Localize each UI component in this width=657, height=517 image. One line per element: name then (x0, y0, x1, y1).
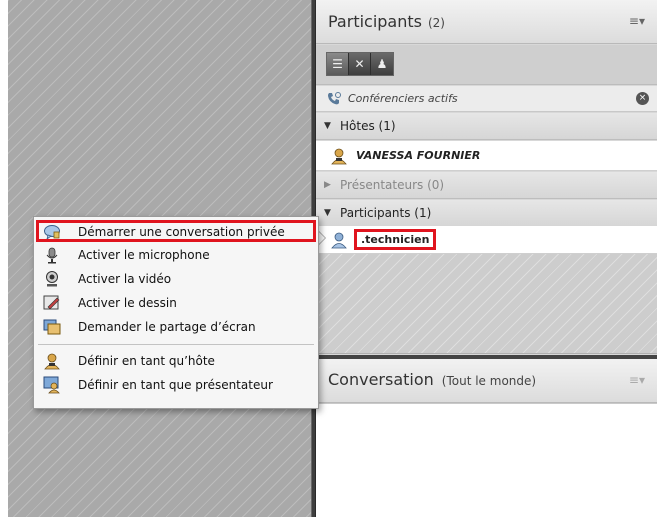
collapse-triangle-icon: ▶ (324, 180, 331, 190)
expand-triangle-icon: ▼ (324, 208, 331, 218)
menu-item-label: Activer le microphone (78, 248, 210, 262)
group-participants[interactable]: ▼ Participants (1) (316, 200, 657, 227)
chat-pod-header: Conversation (Tout le monde) ≡▾ (316, 359, 657, 403)
phone-icon (326, 91, 342, 107)
menu-item-microphone[interactable]: Activer le microphone (34, 243, 318, 267)
make-host-icon (44, 353, 60, 370)
participants-pod-header: Participants (2) ≡▾ (316, 0, 657, 44)
group-presenters[interactable]: ▶ Présentateurs (0) (316, 172, 657, 199)
menu-item-label: Activer le dessin (78, 296, 177, 310)
participants-title-text: Participants (328, 12, 422, 31)
group-hosts-label: Hôtes (1) (340, 119, 396, 133)
participant-user-icon (331, 232, 347, 248)
user-row-participant[interactable]: .technicien (316, 226, 657, 254)
user-row-host[interactable]: VANESSA FOURNIER (316, 141, 657, 171)
menu-item-screen-share[interactable]: Demander le partage d’écran (34, 315, 318, 339)
menu-item-label: Activer la vidéo (78, 272, 172, 286)
group-presenters-label: Présentateurs (0) (340, 178, 445, 192)
grid-view-icon[interactable]: ✕ (349, 53, 371, 75)
highlight-box (36, 220, 316, 242)
chat-audience: (Tout le monde) (441, 374, 537, 388)
screen-share-icon (43, 319, 61, 335)
chat-message-area (316, 403, 657, 517)
menu-item-make-host[interactable]: Définir en tant qu’hôte (34, 349, 318, 373)
list-view-icon[interactable]: ☰ (327, 53, 349, 75)
microphone-icon (46, 247, 58, 264)
webcam-icon (46, 271, 58, 287)
participant-name: .technicien (354, 229, 437, 250)
close-icon[interactable]: × (636, 92, 649, 105)
active-speakers-row: Conférenciers actifs × (316, 86, 657, 112)
host-user-icon (331, 148, 347, 164)
menu-item-label: Définir en tant qu’hôte (78, 354, 215, 368)
participant-context-menu: Démarrer une conversation privée Activer… (33, 216, 319, 409)
make-presenter-icon (43, 376, 60, 394)
menu-item-label: Définir en tant que présentateur (78, 378, 273, 392)
group-hosts[interactable]: ▼ Hôtes (1) (316, 113, 657, 140)
menu-item-make-presenter[interactable]: Définir en tant que présentateur (34, 373, 318, 397)
chat-pod-menu-icon[interactable]: ≡▾ (629, 373, 645, 387)
host-name: VANESSA FOURNIER (356, 149, 481, 162)
menu-item-drawing[interactable]: Activer le dessin (34, 291, 318, 315)
menu-item-label: Demander le partage d’écran (78, 320, 256, 334)
drawing-icon (43, 295, 60, 310)
menu-separator (38, 344, 314, 345)
participants-pod-menu-icon[interactable]: ≡▾ (629, 14, 645, 28)
participants-empty-area (316, 254, 657, 354)
attendee-view-icon[interactable]: ♟ (371, 53, 393, 75)
menu-pointer-fill (318, 231, 325, 245)
chat-title-text: Conversation (328, 370, 434, 389)
participants-count: (2) (427, 16, 445, 30)
active-speakers-label: Conférenciers actifs (348, 92, 458, 105)
right-pod-column: Participants (2) ≡▾ ☰ ✕ ♟ Conférenciers a… (316, 0, 657, 517)
view-button-group: ☰ ✕ ♟ (326, 52, 394, 76)
expand-triangle-icon: ▼ (324, 121, 331, 131)
chat-pod-title: Conversation (Tout le monde) (328, 370, 536, 389)
menu-item-video[interactable]: Activer la vidéo (34, 267, 318, 291)
group-participants-label: Participants (1) (340, 206, 432, 220)
participants-pod-title: Participants (2) (328, 12, 445, 31)
view-toolbar: ☰ ✕ ♟ (316, 45, 657, 85)
